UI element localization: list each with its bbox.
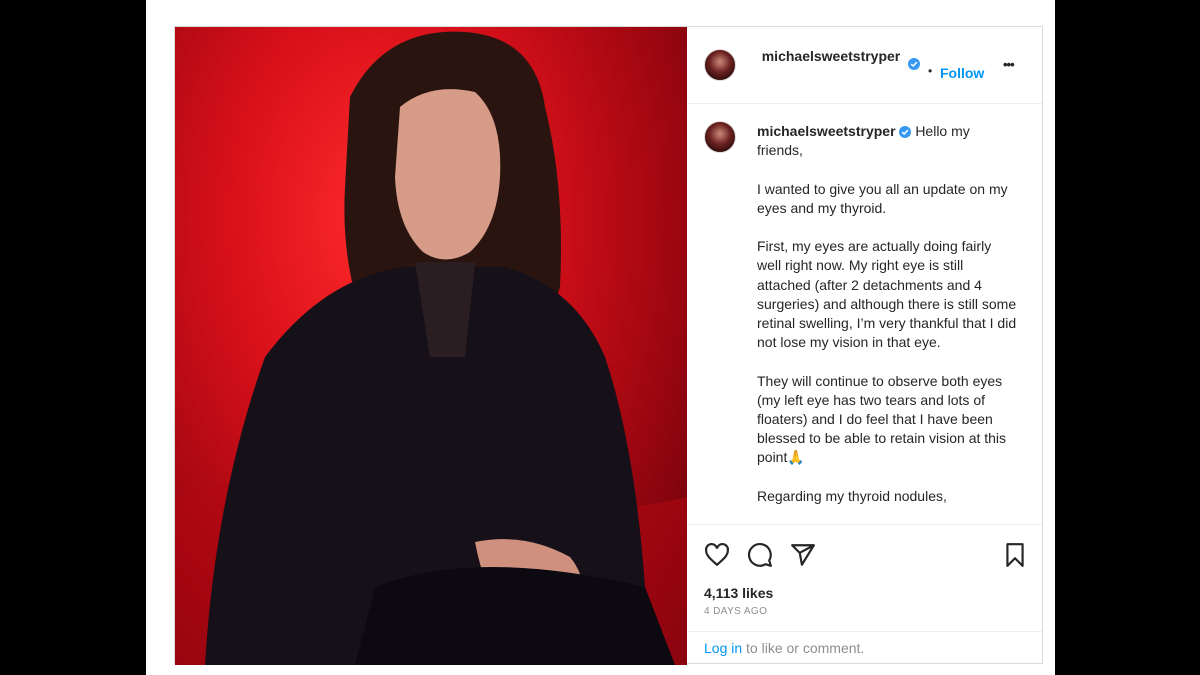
avatar[interactable] <box>704 49 736 81</box>
verified-badge-icon <box>908 58 920 70</box>
caption-body: I wanted to give you all an update on my… <box>757 180 1017 504</box>
follow-button[interactable]: Follow <box>940 65 984 81</box>
login-link[interactable]: Log in <box>704 640 742 656</box>
post-photo[interactable] <box>175 27 687 665</box>
post-side-panel: michaelsweetstryper • Follow ••• michael… <box>687 27 1042 663</box>
dot-separator: • <box>928 64 933 78</box>
comment-icon[interactable] <box>747 542 773 568</box>
instagram-post: michaelsweetstryper • Follow ••• michael… <box>174 26 1043 665</box>
post-header: michaelsweetstryper • Follow ••• <box>687 27 1042 104</box>
caption-avatar[interactable] <box>704 121 736 153</box>
caption-area: michaelsweetstryper Hello my friends, I … <box>687 104 1042 525</box>
login-bar: Log in to like or comment. <box>687 631 1042 663</box>
bookmark-icon[interactable] <box>1002 542 1028 568</box>
caption-text: michaelsweetstryper Hello my friends, I … <box>757 122 1017 506</box>
share-icon[interactable] <box>790 542 816 568</box>
likes-count[interactable]: 4,113 likes <box>704 585 773 601</box>
login-text: to like or comment. <box>742 640 865 656</box>
photo-illustration <box>175 31 687 665</box>
caption-username[interactable]: michaelsweetstryper <box>757 123 896 139</box>
header-username[interactable]: michaelsweetstryper <box>762 48 901 64</box>
post-date[interactable]: 4 DAYS AGO <box>704 606 767 617</box>
heart-icon[interactable] <box>704 542 730 568</box>
more-options-icon[interactable]: ••• <box>1003 57 1015 72</box>
verified-badge-icon <box>899 126 912 139</box>
actions-area: 4,113 likes 4 DAYS AGO Log in to like or… <box>687 525 1042 663</box>
